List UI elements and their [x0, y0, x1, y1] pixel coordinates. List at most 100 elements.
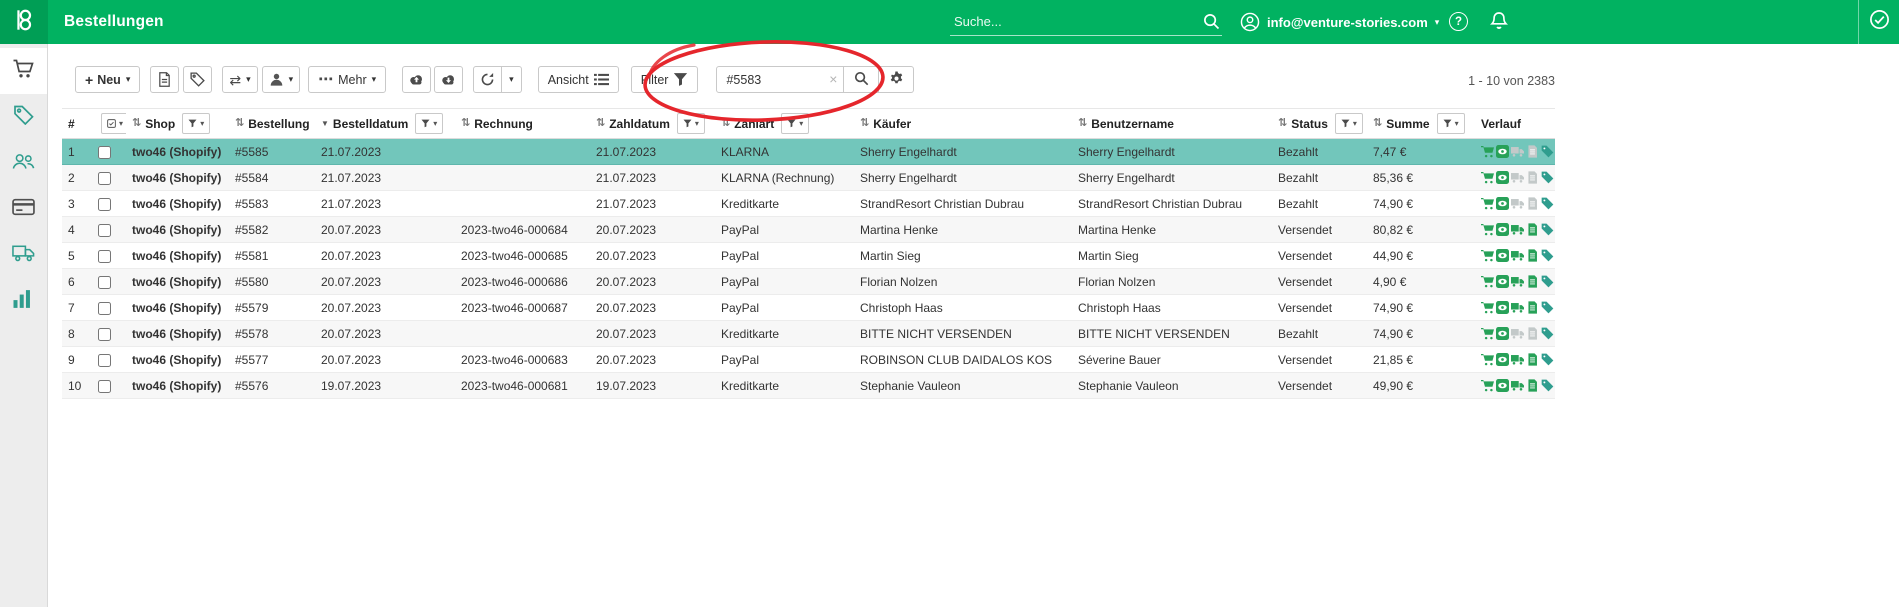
order-cart-icon[interactable]	[1481, 171, 1494, 184]
table-row[interactable]: 3 two46 (Shopify) #5583 21.07.2023 21.07…	[62, 190, 1555, 217]
order-invoice-icon[interactable]	[1526, 249, 1539, 262]
cell-order-number[interactable]: #5582	[229, 216, 315, 243]
row-checkbox[interactable]	[98, 171, 111, 185]
order-view-icon[interactable]	[1496, 145, 1509, 158]
sidebar-item-payments[interactable]	[0, 186, 47, 232]
order-invoice-icon[interactable]	[1526, 353, 1539, 366]
order-tag-icon[interactable]	[1541, 171, 1554, 184]
row-checkbox[interactable]	[98, 301, 111, 315]
order-invoice-icon[interactable]	[1526, 379, 1539, 392]
search-icon[interactable]	[1203, 13, 1220, 30]
row-checkbox[interactable]	[98, 327, 111, 341]
check-circle-icon[interactable]	[1869, 9, 1890, 35]
order-view-icon[interactable]	[1496, 379, 1509, 392]
refresh-options-button[interactable]: ▾	[502, 66, 522, 93]
cell-order-number[interactable]: #5583	[229, 190, 315, 217]
column-header-status[interactable]: ⇅ Status ▾	[1272, 108, 1367, 139]
order-view-icon[interactable]	[1496, 171, 1509, 184]
sort-desc-icon[interactable]: ▼	[321, 119, 329, 128]
order-shipping-icon[interactable]	[1511, 171, 1524, 184]
select-all-button[interactable]: ▾	[101, 113, 126, 134]
sort-icon[interactable]: ⇅	[1278, 118, 1287, 129]
order-search-input[interactable]	[716, 66, 845, 93]
order-view-icon[interactable]	[1496, 353, 1509, 366]
filter-button[interactable]: Filter	[630, 66, 699, 93]
column-header-zahldatum[interactable]: ⇅ Zahldatum ▾	[590, 108, 715, 139]
sidebar-item-customers[interactable]	[0, 140, 47, 186]
sort-icon[interactable]: ⇅	[132, 118, 141, 129]
order-tag-icon[interactable]	[1541, 327, 1554, 340]
row-checkbox[interactable]	[98, 197, 111, 211]
order-shipping-icon[interactable]	[1511, 379, 1524, 392]
sort-icon[interactable]: ⇅	[235, 118, 244, 129]
order-invoice-icon[interactable]	[1526, 223, 1539, 236]
sidebar-item-orders[interactable]	[0, 48, 47, 94]
order-cart-icon[interactable]	[1481, 275, 1494, 288]
view-button[interactable]: Ansicht	[537, 66, 619, 93]
order-cart-icon[interactable]	[1481, 197, 1494, 210]
order-invoice-icon[interactable]	[1526, 197, 1539, 210]
sort-icon[interactable]: ⇅	[860, 118, 869, 129]
order-invoice-icon[interactable]	[1526, 275, 1539, 288]
order-cart-icon[interactable]	[1481, 145, 1494, 158]
tags-button[interactable]	[183, 66, 213, 93]
refresh-button[interactable]	[473, 66, 503, 93]
column-header-benutzername[interactable]: ⇅ Benutzername	[1072, 108, 1272, 139]
row-checkbox[interactable]	[98, 353, 111, 367]
order-shipping-icon[interactable]	[1511, 223, 1524, 236]
cell-order-number[interactable]: #5581	[229, 242, 315, 269]
table-row[interactable]: 6 two46 (Shopify) #5580 20.07.2023 2023-…	[62, 268, 1555, 295]
row-checkbox[interactable]	[98, 249, 111, 263]
sidebar-item-shipping[interactable]	[0, 232, 47, 278]
column-header-summe[interactable]: ⇅ Summe ▾	[1367, 108, 1475, 139]
order-search-button[interactable]	[844, 66, 880, 93]
assign-user-button[interactable]: ▾	[261, 66, 301, 93]
column-header-rechnung[interactable]: ⇅ Rechnung	[455, 108, 590, 139]
row-checkbox[interactable]	[98, 275, 111, 289]
sort-icon[interactable]: ⇅	[1078, 118, 1087, 129]
order-cart-icon[interactable]	[1481, 301, 1494, 314]
column-header-zahlart[interactable]: ⇅ Zahlart ▾	[715, 108, 854, 139]
table-row[interactable]: 8 two46 (Shopify) #5578 20.07.2023 20.07…	[62, 320, 1555, 347]
app-logo[interactable]	[0, 0, 48, 44]
order-tag-icon[interactable]	[1541, 145, 1554, 158]
cell-order-number[interactable]: #5584	[229, 164, 315, 191]
column-header-kaeufer[interactable]: ⇅ Käufer	[854, 108, 1072, 139]
order-cart-icon[interactable]	[1481, 249, 1494, 262]
order-tag-icon[interactable]	[1541, 301, 1554, 314]
row-checkbox[interactable]	[98, 223, 111, 237]
table-row[interactable]: 1 two46 (Shopify) #5585 21.07.2023 21.07…	[62, 138, 1555, 165]
order-cart-icon[interactable]	[1481, 353, 1494, 366]
order-invoice-icon[interactable]	[1526, 301, 1539, 314]
table-row[interactable]: 7 two46 (Shopify) #5579 20.07.2023 2023-…	[62, 294, 1555, 321]
cell-order-number[interactable]: #5577	[229, 346, 315, 373]
order-cart-icon[interactable]	[1481, 223, 1494, 236]
filter-bestelldatum-button[interactable]: ▾	[415, 113, 444, 134]
order-tag-icon[interactable]	[1541, 379, 1554, 392]
order-shipping-icon[interactable]	[1511, 301, 1524, 314]
order-shipping-icon[interactable]	[1511, 145, 1524, 158]
order-shipping-icon[interactable]	[1511, 197, 1524, 210]
more-button[interactable]: ⋯ Mehr ▾	[308, 66, 387, 93]
order-tag-icon[interactable]	[1541, 249, 1554, 262]
filter-zahldatum-button[interactable]: ▾	[676, 113, 705, 134]
filter-shop-button[interactable]: ▾	[182, 113, 211, 134]
cloud-download-button[interactable]	[434, 66, 464, 93]
order-view-icon[interactable]	[1496, 327, 1509, 340]
clear-icon[interactable]: ×	[829, 72, 837, 86]
sort-icon[interactable]: ⇅	[461, 118, 470, 129]
global-search-input[interactable]	[952, 13, 1203, 30]
table-row[interactable]: 9 two46 (Shopify) #5577 20.07.2023 2023-…	[62, 346, 1555, 373]
help-icon[interactable]: ?	[1449, 12, 1468, 31]
order-cart-icon[interactable]	[1481, 327, 1494, 340]
sort-icon[interactable]: ⇅	[721, 118, 730, 129]
order-view-icon[interactable]	[1496, 275, 1509, 288]
order-cart-icon[interactable]	[1481, 379, 1494, 392]
order-tag-icon[interactable]	[1541, 223, 1554, 236]
filter-zahlart-button[interactable]: ▾	[781, 113, 810, 134]
order-view-icon[interactable]	[1496, 223, 1509, 236]
cell-order-number[interactable]: #5576	[229, 372, 315, 399]
order-shipping-icon[interactable]	[1511, 353, 1524, 366]
filter-summe-button[interactable]: ▾	[1436, 113, 1465, 134]
table-row[interactable]: 10 two46 (Shopify) #5576 19.07.2023 2023…	[62, 372, 1555, 399]
